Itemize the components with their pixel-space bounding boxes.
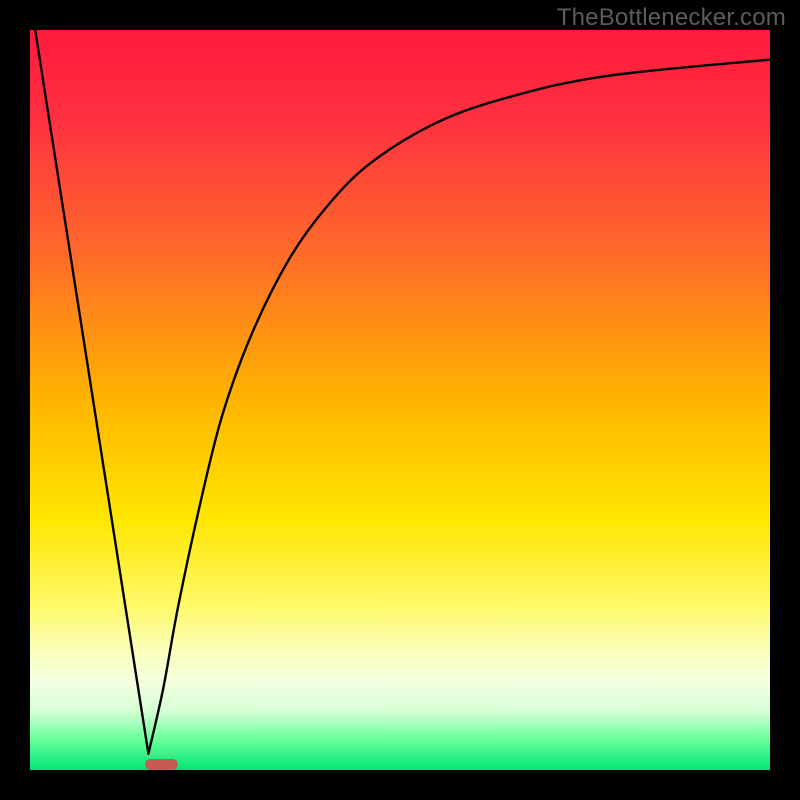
chart-frame: TheBottlenecker.com <box>0 0 800 800</box>
bottleneck-curve <box>30 30 770 770</box>
optimum-marker <box>145 759 178 770</box>
watermark-text: TheBottlenecker.com <box>557 4 786 32</box>
plot-area <box>30 30 770 770</box>
